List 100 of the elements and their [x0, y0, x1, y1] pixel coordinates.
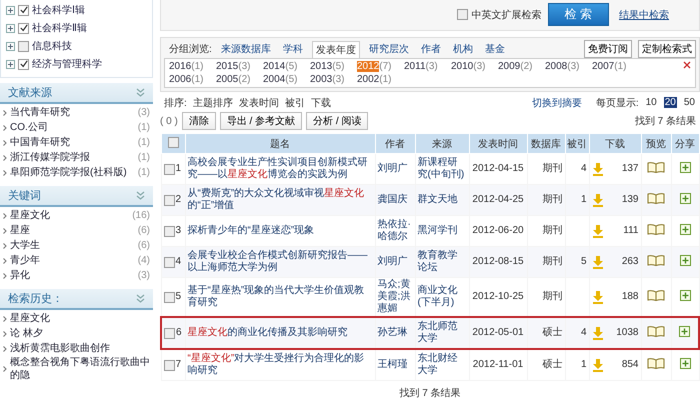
open-book-icon[interactable] [647, 290, 665, 300]
search-button[interactable]: 检 索 [548, 3, 609, 26]
year-filter-link[interactable]: 2012(7) [357, 61, 404, 72]
subject-label[interactable]: 社会科学Ⅰ辑 [32, 3, 85, 17]
year-filter-link[interactable]: 2016(1) [169, 61, 216, 72]
group-tab[interactable]: 机构 [450, 41, 476, 57]
year-filter-link[interactable]: 2002(1) [357, 74, 404, 85]
filter-link[interactable]: 星座文化 [10, 209, 130, 222]
filter-link[interactable]: CO.公司 [10, 121, 135, 134]
expand-icon[interactable] [6, 60, 15, 68]
checkbox[interactable] [18, 4, 29, 16]
group-tab[interactable]: 发表年度 [312, 40, 360, 58]
filter-link[interactable]: 浅析黄霑电影歌曲创作 [10, 342, 150, 355]
action-button[interactable]: 清除 [182, 112, 216, 130]
year-filter-link[interactable]: 2014(5) [263, 61, 310, 72]
plus-icon[interactable] [679, 326, 690, 336]
group-tab[interactable]: 学科 [280, 41, 306, 57]
group-tab[interactable]: 研究层次 [366, 41, 412, 57]
plus-icon[interactable] [680, 224, 690, 234]
filter-link[interactable]: 浙江传媒学院学报 [10, 151, 135, 164]
chevron-right-icon [3, 346, 7, 352]
action-button[interactable]: 导出 / 参考文献 [220, 112, 302, 130]
checkbox[interactable] [18, 58, 29, 70]
year-filter-link[interactable]: 2013(5) [310, 61, 357, 72]
subject-label[interactable]: 信息科技 [32, 39, 72, 53]
sort-option[interactable]: 主题排序 [192, 96, 233, 110]
subject-label[interactable]: 经济与管理科学 [32, 57, 102, 71]
year-filter-link[interactable]: 2008(3) [545, 61, 592, 72]
checkbox[interactable] [18, 40, 29, 52]
expand-icon[interactable] [6, 6, 15, 14]
collapse-chevron-icon[interactable] [136, 88, 145, 97]
checkbox[interactable] [456, 9, 468, 20]
section-header[interactable]: 关键词 [0, 186, 153, 207]
row-checkbox[interactable] [164, 328, 175, 338]
close-icon[interactable] [683, 61, 691, 69]
row-checkbox[interactable] [164, 360, 174, 370]
sort-option[interactable]: 下载 [310, 96, 331, 110]
filter-link[interactable]: 星座文化 [10, 312, 150, 325]
group-tab[interactable]: 基金 [482, 41, 508, 57]
checkbox[interactable] [18, 22, 29, 34]
group-tab[interactable]: 来源数据库 [218, 41, 274, 57]
sort-option[interactable]: 发表时间 [238, 96, 279, 110]
result-count: 找到 7 条结果 [398, 386, 462, 400]
expand-icon[interactable] [6, 42, 15, 50]
search-within-link[interactable]: 结果中检索 [619, 8, 669, 22]
sort-option[interactable]: 被引 [284, 96, 305, 110]
year-filter-link[interactable]: 2003(3) [310, 74, 357, 85]
year-filter-link[interactable]: 2015(3) [216, 61, 263, 72]
plus-icon[interactable] [680, 290, 690, 300]
subscribe-button[interactable]: 定制检索式 [638, 40, 696, 58]
chevron-right-icon [3, 366, 7, 372]
plus-icon[interactable] [680, 162, 690, 172]
filter-link[interactable]: 当代青年研究 [10, 106, 135, 119]
expand-icon[interactable] [6, 24, 15, 32]
row-number: 3 [176, 225, 182, 237]
per-page-option[interactable]: 20 [664, 97, 677, 108]
open-book-icon[interactable] [647, 358, 665, 368]
row-checkbox[interactable] [164, 256, 174, 268]
filter-link[interactable]: 大学生 [10, 239, 135, 252]
open-book-icon[interactable] [647, 224, 665, 234]
select-all-checkbox[interactable] [168, 136, 178, 148]
filter-link[interactable]: 青少年 [10, 254, 135, 267]
filter-link[interactable]: 异化 [10, 269, 135, 282]
row-checkbox[interactable] [164, 194, 174, 206]
year-filter-link[interactable]: 2007(1) [592, 61, 639, 72]
year-filter-link[interactable]: 2004(5) [263, 74, 310, 85]
chevron-right-icon [3, 272, 7, 278]
subject-label[interactable]: 社会科学Ⅱ辑 [32, 21, 87, 35]
row-checkbox[interactable] [164, 292, 174, 302]
per-page-option[interactable]: 10 [644, 97, 658, 108]
plus-icon[interactable] [680, 192, 690, 204]
citation-count: 5 [580, 256, 586, 267]
open-book-icon[interactable] [647, 326, 665, 336]
open-book-icon[interactable] [647, 192, 665, 204]
section-header[interactable]: 文献来源 [0, 83, 153, 104]
year-filter-link[interactable]: 2011(3) [404, 61, 451, 72]
year-filter-link[interactable]: 2006(1) [169, 74, 216, 85]
section-header[interactable]: 检索历史： [0, 289, 153, 310]
year-filter-link[interactable]: 2005(2) [216, 74, 263, 85]
filter-link[interactable]: 中国青年研究 [10, 136, 135, 149]
switch-view-link[interactable]: 切换到摘要 [532, 96, 582, 110]
group-tab[interactable]: 作者 [418, 41, 444, 57]
year-filter-link[interactable]: 2010(3) [451, 61, 498, 72]
result-row[interactable]: 2 从“费斯克”的大众文化视域审视星座文化 的“正”增值 龚国庆 群文天地 2012-04-25 期刊 1 139 [161, 184, 699, 216]
plus-icon[interactable] [680, 254, 690, 266]
open-book-icon[interactable] [647, 254, 665, 266]
collapse-chevron-icon[interactable] [136, 294, 145, 303]
open-book-icon[interactable] [647, 162, 665, 172]
filter-link[interactable]: 星座 [10, 224, 135, 237]
per-page-option[interactable]: 50 [682, 97, 696, 108]
filter-link[interactable]: 概念整合视角下粤语流行歌曲中的隐 [10, 356, 150, 382]
subscribe-button[interactable]: 免费订阅 [584, 40, 632, 58]
collapse-chevron-icon[interactable] [136, 191, 145, 200]
row-checkbox[interactable] [164, 164, 174, 174]
plus-icon[interactable] [680, 358, 690, 368]
filter-link[interactable]: 阜阳师范学院学报(社科版) [10, 166, 135, 179]
row-checkbox[interactable] [164, 226, 174, 236]
filter-link[interactable]: 论 林夕 [10, 327, 150, 340]
year-filter-link[interactable]: 2009(2) [498, 61, 545, 72]
action-button[interactable]: 分析 / 阅读 [306, 112, 368, 130]
